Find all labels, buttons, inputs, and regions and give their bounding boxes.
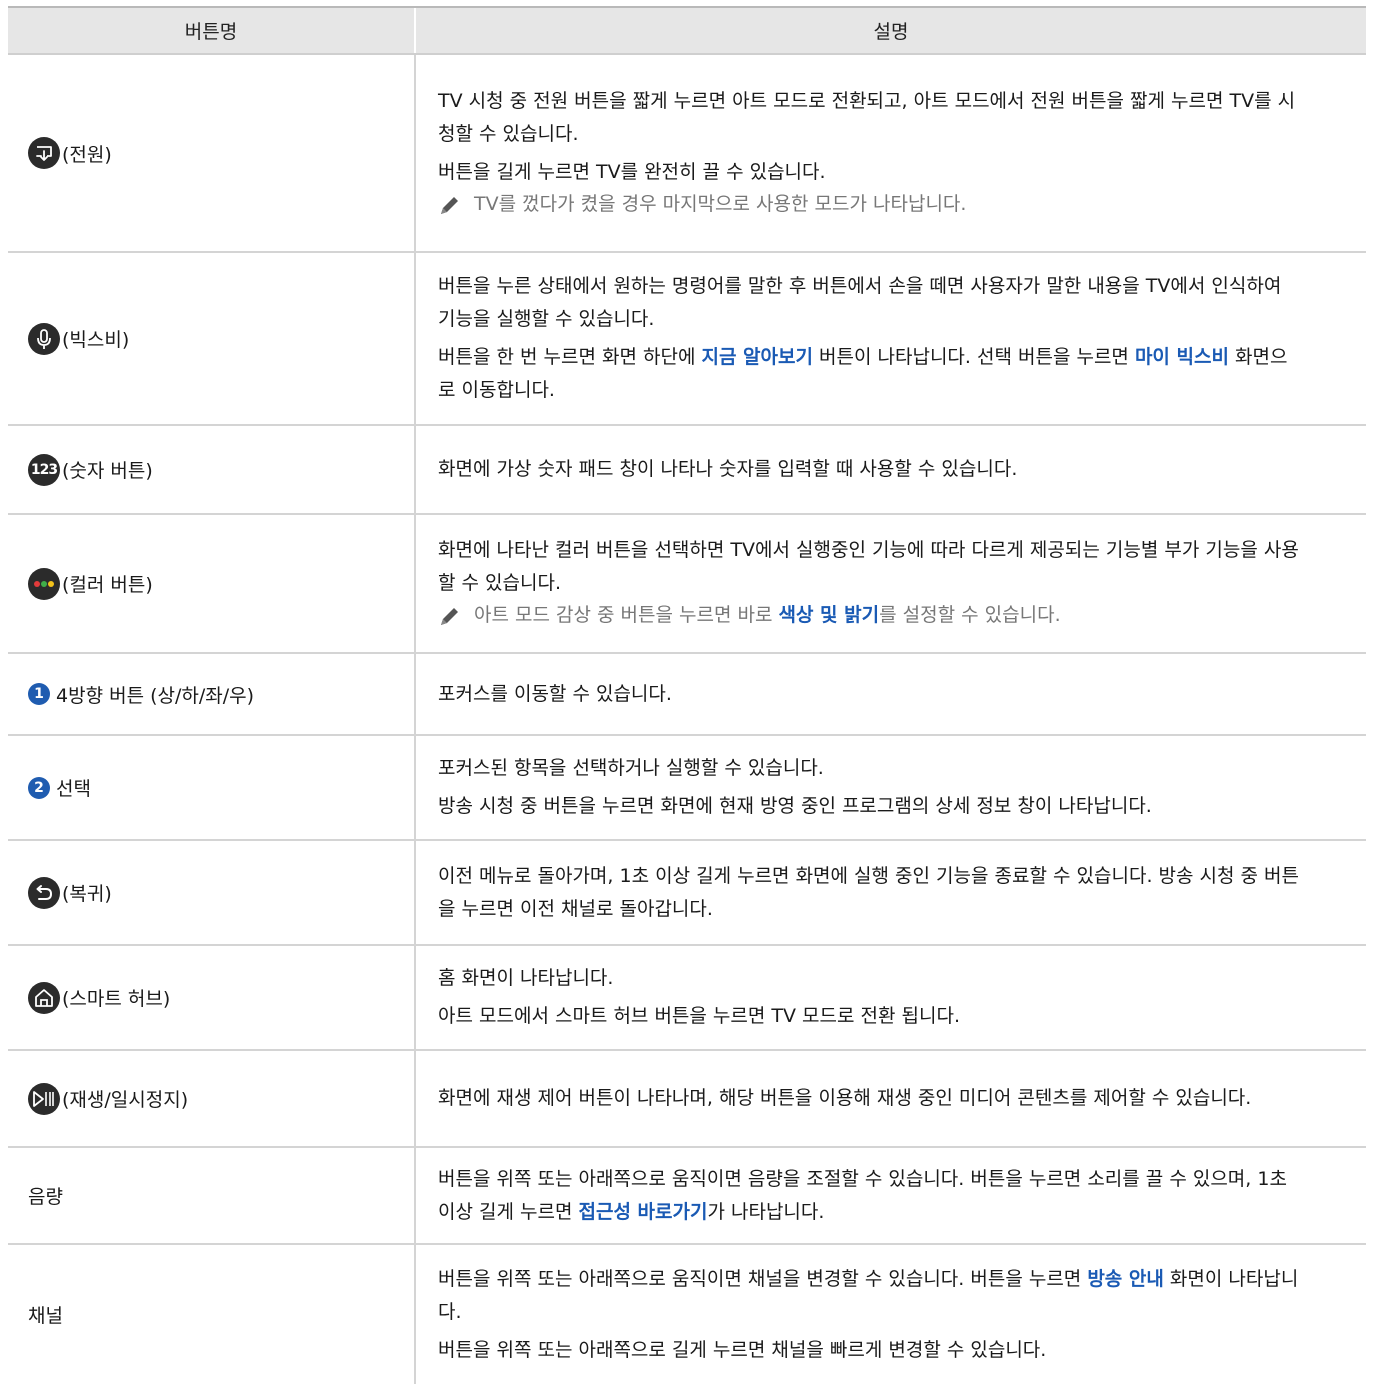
- description-text: TV 시청 중 전원 버튼을 짧게 누르면 아트 모드로 전환되고, 아트 모드…: [438, 89, 1296, 145]
- row-desc-cell: 화면에 가상 숫자 패드 창이 나타나 숫자를 입력할 때 사용할 수 있습니다…: [414, 425, 1366, 515]
- button-name-home: (스마트 허브): [62, 988, 171, 1010]
- description-text: 아트 모드에서 스마트 허브 버튼을 누르면 TV 모드로 전환 됩니다.: [438, 1005, 961, 1027]
- note: TV를 껐다가 켰을 경우 마지막으로 사용한 모드가 나타납니다.: [438, 189, 1302, 222]
- pencil-note-icon: [438, 604, 462, 633]
- table-header-row: 버튼명 설명: [8, 6, 1366, 55]
- header-description: 설명: [414, 6, 1366, 55]
- row-desc-cell: 포커스된 항목을 선택하거나 실행할 수 있습니다. 방송 시청 중 버튼을 누…: [414, 735, 1366, 841]
- row-name-cell: 123 (숫자 버튼): [8, 425, 415, 515]
- row-desc-cell: 버튼을 위쪽 또는 아래쪽으로 움직이면 음량을 조절할 수 있습니다. 버튼을…: [414, 1147, 1366, 1245]
- row-desc-cell: 포커스를 이동할 수 있습니다.: [414, 653, 1366, 736]
- note-text: 아트 모드 감상 중 버튼을 누르면 바로 색상 및 밝기를 설정할 수 있습니…: [474, 604, 1061, 626]
- table-row: (복귀) 이전 메뉴로 돌아가며, 1초 이상 길게 누르면 화면에 실행 중인…: [8, 840, 1366, 946]
- callout-number-badge: 1: [28, 683, 50, 705]
- table-row: (전원) TV 시청 중 전원 버튼을 짧게 누르면 아트 모드로 전환되고, …: [8, 54, 1366, 253]
- link-guide[interactable]: 방송 안내: [1087, 1268, 1164, 1290]
- home-icon: [28, 981, 60, 1014]
- row-desc-cell: 화면에 재생 제어 버튼이 나타나며, 해당 버튼을 이용해 재생 중인 미디어…: [414, 1050, 1366, 1148]
- table-row: 123 (숫자 버튼) 화면에 가상 숫자 패드 창이 나타나 숫자를 입력할 …: [8, 425, 1366, 515]
- row-name-cell: 1 4방향 버튼 (상/하/좌/우): [8, 653, 415, 736]
- row-name-cell: (컬러 버튼): [8, 514, 415, 654]
- description-text: 홈 화면이 나타납니다.: [438, 967, 614, 989]
- button-name-back: (복귀): [62, 883, 112, 905]
- button-name-select: 선택: [56, 778, 91, 800]
- row-desc-cell: 홈 화면이 나타납니다. 아트 모드에서 스마트 허브 버튼을 누르면 TV 모…: [414, 945, 1366, 1051]
- return-icon: [28, 876, 60, 909]
- remote-buttons-table-container: 버튼명 설명 (전원) TV 시청 중 전원 버튼을 짧게 누르면 아트 모드로…: [8, 6, 1366, 1384]
- description-text: 버튼을 위쪽 또는 아래쪽으로 움직이면 음량을 조절할 수 있습니다. 버튼을…: [438, 1167, 1287, 1223]
- button-name-bixby: (빅스비): [62, 329, 130, 351]
- table-row: (빅스비) 버튼을 누른 상태에서 원하는 명령어를 말한 후 버튼에서 손을 …: [8, 252, 1366, 426]
- row-name-cell: (재생/일시정지): [8, 1050, 415, 1148]
- description-text: 방송 시청 중 버튼을 누르면 화면에 현재 방영 중인 프로그램의 상세 정보…: [438, 795, 1152, 817]
- description-text: 화면에 가상 숫자 패드 창이 나타나 숫자를 입력할 때 사용할 수 있습니다…: [438, 458, 1018, 480]
- table-row: (스마트 허브) 홈 화면이 나타납니다. 아트 모드에서 스마트 허브 버튼을…: [8, 945, 1366, 1051]
- table-row: (컬러 버튼) 화면에 나타난 컬러 버튼을 선택하면 TV에서 실행중인 기능…: [8, 514, 1366, 654]
- row-desc-cell: 버튼을 위쪽 또는 아래쪽으로 움직이면 채널을 변경할 수 있습니다. 버튼을…: [414, 1244, 1366, 1384]
- description-text: 버튼을 누른 상태에서 원하는 명령어를 말한 후 버튼에서 손을 떼면 사용자…: [438, 275, 1282, 330]
- row-desc-cell: TV 시청 중 전원 버튼을 짧게 누르면 아트 모드로 전환되고, 아트 모드…: [414, 54, 1366, 253]
- button-name-channel: 채널: [28, 1305, 63, 1327]
- link-my-bixby[interactable]: 마이 빅스비: [1135, 346, 1229, 368]
- button-name-number: (숫자 버튼): [62, 460, 153, 482]
- description-text: 화면에 재생 제어 버튼이 나타나며, 해당 버튼을 이용해 재생 중인 미디어…: [438, 1087, 1252, 1109]
- color-buttons-icon: [28, 567, 60, 600]
- remote-buttons-table: 버튼명 설명 (전원) TV 시청 중 전원 버튼을 짧게 누르면 아트 모드로…: [8, 6, 1366, 1384]
- table-row: 2 선택 포커스된 항목을 선택하거나 실행할 수 있습니다. 방송 시청 중 …: [8, 735, 1366, 841]
- link-learn-now[interactable]: 지금 알아보기: [701, 346, 813, 368]
- play-pause-icon: [28, 1082, 60, 1115]
- microphone-icon: [28, 322, 60, 355]
- row-desc-cell: 화면에 나타난 컬러 버튼을 선택하면 TV에서 실행중인 기능에 따라 다르게…: [414, 514, 1366, 654]
- button-name-direction: 4방향 버튼 (상/하/좌/우): [56, 684, 255, 707]
- description-text: 버튼을 길게 누르면 TV를 완전히 끌 수 있습니다.: [438, 160, 826, 183]
- link-color-brightness[interactable]: 색상 및 밝기: [778, 604, 879, 626]
- description-text: 버튼을 위쪽 또는 아래쪽으로 길게 누르면 채널을 빠르게 변경할 수 있습니…: [438, 1338, 1047, 1361]
- description-text: 이전 메뉴로 돌아가며, 1초 이상 길게 누르면 화면에 실행 중인 기능을 …: [438, 864, 1300, 920]
- button-name-play-pause: (재생/일시정지): [62, 1089, 189, 1111]
- button-name-power: (전원): [62, 143, 112, 166]
- description-text: 포커스된 항목을 선택하거나 실행할 수 있습니다.: [438, 757, 824, 779]
- button-name-color: (컬러 버튼): [62, 574, 153, 596]
- description-text: 화면에 나타난 컬러 버튼을 선택하면 TV에서 실행중인 기능에 따라 다르게…: [438, 539, 1299, 594]
- button-name-volume: 음량: [28, 1186, 63, 1208]
- description-text: 버튼을 위쪽 또는 아래쪽으로 움직이면 채널을 변경할 수 있습니다. 버튼을…: [438, 1267, 1299, 1323]
- callout-number-badge: 2: [28, 776, 50, 799]
- row-desc-cell: 이전 메뉴로 돌아가며, 1초 이상 길게 누르면 화면에 실행 중인 기능을 …: [414, 840, 1366, 946]
- row-name-cell: 채널: [8, 1244, 415, 1384]
- number-pad-icon: 123: [28, 453, 60, 486]
- table-row: (재생/일시정지) 화면에 재생 제어 버튼이 나타나며, 해당 버튼을 이용해…: [8, 1050, 1366, 1148]
- description-text: 포커스를 이동할 수 있습니다.: [438, 682, 672, 705]
- row-name-cell: (빅스비): [8, 252, 415, 426]
- row-name-cell: (스마트 허브): [8, 945, 415, 1051]
- table-row: 채널 버튼을 위쪽 또는 아래쪽으로 움직이면 채널을 변경할 수 있습니다. …: [8, 1244, 1366, 1384]
- note: 아트 모드 감상 중 버튼을 누르면 바로 색상 및 밝기를 설정할 수 있습니…: [438, 600, 1302, 633]
- header-button-name: 버튼명: [8, 6, 415, 55]
- pencil-note-icon: [438, 193, 462, 222]
- note-text: TV를 껐다가 켰을 경우 마지막으로 사용한 모드가 나타납니다.: [474, 192, 967, 215]
- row-desc-cell: 버튼을 누른 상태에서 원하는 명령어를 말한 후 버튼에서 손을 떼면 사용자…: [414, 252, 1366, 426]
- row-name-cell: (복귀): [8, 840, 415, 946]
- description-text: 버튼을 한 번 누르면 화면 하단에 지금 알아보기 버튼이 나타납니다. 선택…: [438, 346, 1288, 401]
- row-name-cell: (전원): [8, 54, 415, 253]
- row-name-cell: 음량: [8, 1147, 415, 1245]
- table-row: 음량 버튼을 위쪽 또는 아래쪽으로 움직이면 음량을 조절할 수 있습니다. …: [8, 1147, 1366, 1245]
- power-artmode-icon: [28, 137, 60, 169]
- row-name-cell: 2 선택: [8, 735, 415, 841]
- table-row: 1 4방향 버튼 (상/하/좌/우) 포커스를 이동할 수 있습니다.: [8, 653, 1366, 736]
- link-accessibility-shortcuts[interactable]: 접근성 바로가기: [578, 1201, 707, 1223]
